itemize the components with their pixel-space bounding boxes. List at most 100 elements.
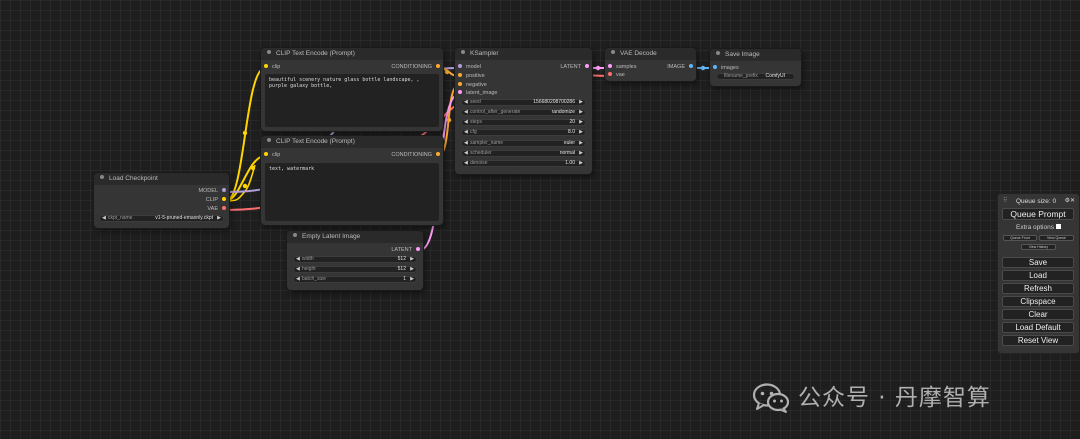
- decrement-arrow-icon[interactable]: ◀: [102, 215, 106, 222]
- output-pin-icon[interactable]: [222, 196, 226, 201]
- output-slot-conditioning[interactable]: CONDITIONING: [391, 151, 440, 159]
- input-pin-icon[interactable]: [608, 71, 612, 76]
- empty-latent-image-node[interactable]: Empty Latent Image LATENT ◀ width 512 ▶ ◀ he…: [287, 231, 423, 290]
- output-slot-latent[interactable]: LATENT: [391, 246, 420, 254]
- collapse-dot-icon[interactable]: [461, 50, 465, 55]
- clip-text-encode-positive-node[interactable]: CLIP Text Encode (Prompt) clip CONDITION…: [261, 48, 443, 131]
- queue-panel-header[interactable]: ⠿ Queue size: 0 ⚙✕: [998, 197, 1079, 206]
- input-slot-clip[interactable]: clip: [264, 63, 280, 71]
- ksampler-node[interactable]: KSampler model positive negative latent_…: [455, 48, 592, 174]
- increment-arrow-icon[interactable]: ▶: [410, 256, 414, 263]
- output-pin-icon[interactable]: [689, 63, 693, 68]
- widget-batch-size[interactable]: ◀ batch_size 1 ▶: [293, 276, 417, 283]
- increment-arrow-icon[interactable]: ▶: [410, 276, 414, 283]
- increment-arrow-icon[interactable]: ▶: [579, 140, 583, 147]
- node-graph-canvas[interactable]: CLIP Text Encode (Prompt) clip CONDITION…: [0, 0, 1080, 439]
- widget-denoise[interactable]: ◀ denoise 1.00 ▶: [461, 160, 586, 167]
- queue-front-button[interactable]: Queue Front: [1003, 235, 1037, 241]
- collapse-dot-icon[interactable]: [267, 50, 271, 55]
- input-slot-model[interactable]: model: [458, 63, 481, 71]
- load-checkpoint-node[interactable]: Load Checkpoint MODEL CLIP VAE ◀ ckpt_nam…: [94, 173, 229, 228]
- collapse-dot-icon[interactable]: [267, 138, 271, 143]
- decrement-arrow-icon[interactable]: ◀: [464, 119, 468, 126]
- input-pin-icon[interactable]: [608, 63, 612, 68]
- input-pin-icon[interactable]: [458, 72, 462, 77]
- widget-cfg[interactable]: ◀ cfg 8.0 ▶: [461, 129, 586, 136]
- increment-arrow-icon[interactable]: ▶: [579, 99, 583, 106]
- vae-decode-node[interactable]: VAE Decode samples vae IMAGE: [605, 48, 696, 81]
- input-slot-positive[interactable]: positive: [458, 72, 485, 80]
- decrement-arrow-icon[interactable]: ◀: [464, 140, 468, 147]
- clear-button[interactable]: Clear: [1002, 309, 1074, 320]
- widget-seed[interactable]: ◀ seed 156680208700286 ▶: [461, 99, 586, 106]
- widget-ckpt-name[interactable]: ◀ ckpt_name v1-5-pruned-emaonly.ckpt ▶: [99, 215, 224, 222]
- increment-arrow-icon[interactable]: ▶: [579, 109, 583, 116]
- input-pin-icon[interactable]: [713, 64, 717, 69]
- collapse-dot-icon[interactable]: [293, 233, 297, 238]
- input-slot-images[interactable]: images: [713, 64, 739, 72]
- widget-scheduler[interactable]: ◀ scheduler normal ▶: [461, 150, 586, 157]
- decrement-arrow-icon[interactable]: ◀: [296, 256, 300, 263]
- extra-options-checkbox[interactable]: [1055, 223, 1061, 229]
- widget-sampler-name[interactable]: ◀ sampler_name euler ▶: [461, 140, 586, 147]
- input-slot-latent-image[interactable]: latent_image: [458, 89, 498, 97]
- increment-arrow-icon[interactable]: ▶: [579, 160, 583, 167]
- decrement-arrow-icon[interactable]: ◀: [464, 109, 468, 116]
- decrement-arrow-icon[interactable]: ◀: [464, 150, 468, 157]
- output-slot-model[interactable]: MODEL: [198, 187, 226, 195]
- node-title-bar[interactable]: Load Checkpoint: [94, 173, 229, 185]
- drag-handle-icon[interactable]: ⠿: [1003, 197, 1007, 206]
- node-title-bar[interactable]: Empty Latent Image: [287, 231, 423, 243]
- clip-text-encode-negative-node[interactable]: CLIP Text Encode (Prompt) clip CONDITION…: [261, 136, 443, 225]
- view-history-button[interactable]: View History: [1021, 244, 1056, 250]
- widget-height[interactable]: ◀ height 512 ▶: [293, 266, 417, 273]
- node-title-bar[interactable]: Save Image: [710, 49, 801, 61]
- output-pin-icon[interactable]: [585, 63, 589, 68]
- load-default-button[interactable]: Load Default: [1002, 322, 1074, 333]
- input-pin-icon[interactable]: [264, 63, 268, 68]
- output-slot-vae[interactable]: VAE: [207, 205, 226, 213]
- reset-view-button[interactable]: Reset View: [1002, 335, 1074, 346]
- widget-control-after-generate[interactable]: ◀ control_after_generate randomize ▶: [461, 109, 586, 116]
- view-queue-button[interactable]: View Queue: [1039, 235, 1074, 241]
- decrement-arrow-icon[interactable]: ◀: [464, 129, 468, 136]
- node-title-bar[interactable]: CLIP Text Encode (Prompt): [261, 48, 443, 60]
- output-slot-conditioning[interactable]: CONDITIONING: [391, 63, 440, 71]
- decrement-arrow-icon[interactable]: ◀: [464, 99, 468, 106]
- output-slot-image[interactable]: IMAGE: [667, 63, 693, 71]
- decrement-arrow-icon[interactable]: ◀: [464, 160, 468, 167]
- close-icon[interactable]: ✕: [1070, 198, 1075, 204]
- increment-arrow-icon[interactable]: ▶: [579, 119, 583, 126]
- input-slot-vae[interactable]: vae: [608, 71, 625, 79]
- node-title-bar[interactable]: CLIP Text Encode (Prompt): [261, 136, 443, 148]
- input-slot-negative[interactable]: negative: [458, 81, 487, 89]
- widget-width[interactable]: ◀ width 512 ▶: [293, 256, 417, 263]
- save-image-node[interactable]: Save Image images filename_prefix ComfyUI: [710, 49, 801, 86]
- refresh-button[interactable]: Refresh: [1002, 283, 1074, 294]
- collapse-dot-icon[interactable]: [611, 50, 615, 55]
- output-slot-clip[interactable]: CLIP: [206, 196, 226, 204]
- node-title-bar[interactable]: KSampler: [455, 48, 592, 60]
- node-title-bar[interactable]: VAE Decode: [605, 48, 696, 60]
- increment-arrow-icon[interactable]: ▶: [579, 150, 583, 157]
- input-pin-icon[interactable]: [458, 89, 462, 94]
- output-pin-icon[interactable]: [436, 151, 440, 156]
- input-slot-samples[interactable]: samples: [608, 63, 636, 71]
- output-slot-latent[interactable]: LATENT: [560, 63, 589, 71]
- decrement-arrow-icon[interactable]: ◀: [296, 276, 300, 283]
- queue-prompt-button[interactable]: Queue Prompt: [1002, 208, 1074, 220]
- increment-arrow-icon[interactable]: ▶: [217, 215, 221, 222]
- prompt-textarea[interactable]: text, watermark: [265, 163, 439, 221]
- widget-steps[interactable]: ◀ steps 20 ▶: [461, 119, 586, 126]
- output-pin-icon[interactable]: [416, 246, 420, 251]
- input-pin-icon[interactable]: [264, 151, 268, 156]
- load-button[interactable]: Load: [1002, 270, 1074, 281]
- input-slot-clip[interactable]: clip: [264, 151, 280, 159]
- widget-filename-prefix[interactable]: filename_prefix ComfyUI: [716, 73, 795, 80]
- output-pin-icon[interactable]: [222, 205, 226, 210]
- extra-options-row[interactable]: Extra options: [998, 223, 1079, 232]
- output-pin-icon[interactable]: [436, 63, 440, 68]
- collapse-dot-icon[interactable]: [100, 175, 104, 180]
- decrement-arrow-icon[interactable]: ◀: [296, 266, 300, 273]
- increment-arrow-icon[interactable]: ▶: [410, 266, 414, 273]
